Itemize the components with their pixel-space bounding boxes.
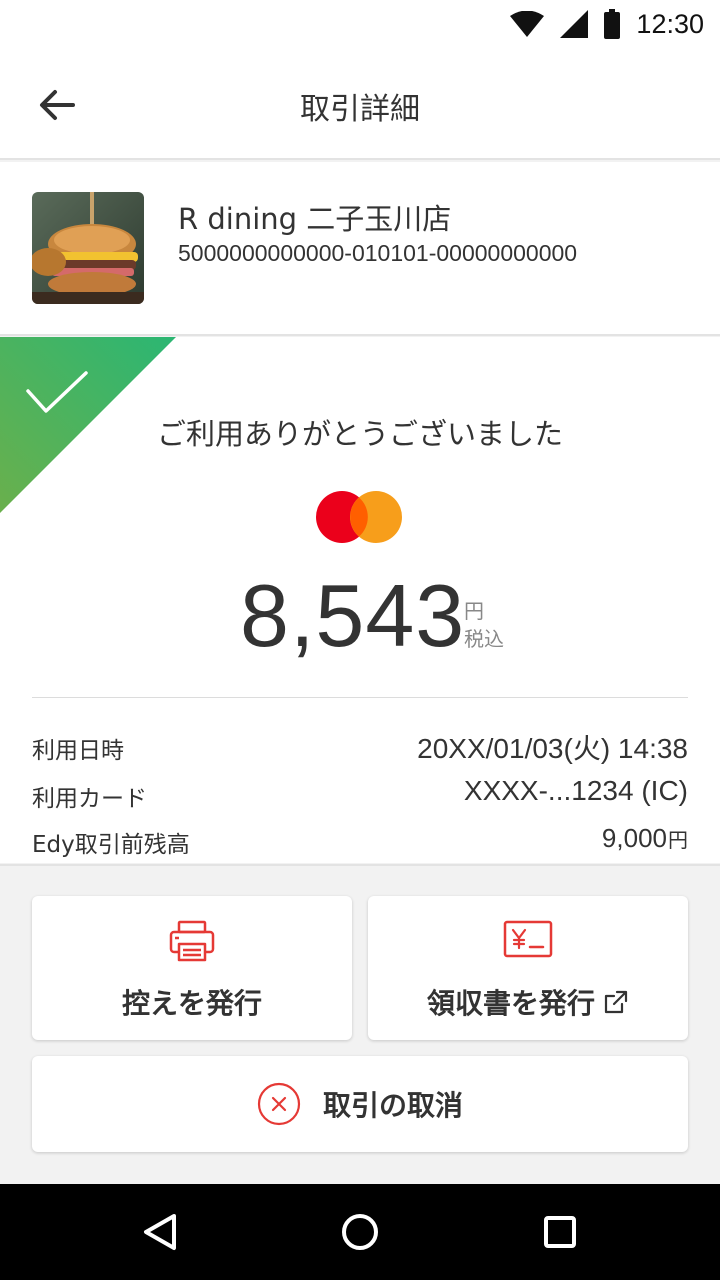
amount-unit: 円: [464, 599, 484, 623]
square-recents-icon: [544, 1216, 576, 1248]
amount-value: 8,543: [240, 566, 466, 665]
circle-home-icon: [342, 1214, 378, 1250]
cancel-transaction-label: 取引の取消: [322, 1089, 463, 1122]
merchant-thumbnail: [32, 192, 144, 304]
balance-amount: 9,000: [601, 823, 667, 853]
nav-back-button[interactable]: [140, 1212, 180, 1252]
thanks-message: ご利用ありがとうございました: [156, 417, 563, 451]
merchant-info: R dining 二子玉川店 5000000000000-010101-0000…: [0, 162, 720, 336]
external-link-icon: [603, 989, 629, 1022]
issue-receipt-label: 領収書を発行: [368, 982, 688, 1022]
nav-recents-button[interactable]: [540, 1212, 580, 1252]
print-copy-button[interactable]: 控えを発行: [32, 896, 352, 1040]
amount-row: 8,543 円 税込: [0, 565, 720, 665]
detail-label: 利用カード: [32, 786, 147, 812]
detail-row-date: 利用日時 20XX/01/03(火) 14:38: [32, 727, 688, 767]
wifi-icon: [510, 11, 545, 37]
receipt-card: ご利用ありがとうございました 8,543 円 税込 利用日時 20XX/01/0…: [0, 337, 720, 863]
detail-row-card: 利用カード XXXX-...1234 (IC): [32, 775, 688, 815]
page-title: 取引詳細: [300, 92, 420, 127]
merchant-name: R dining 二子玉川店: [178, 202, 452, 236]
status-time: 12:30: [636, 8, 704, 39]
yen-receipt-icon: [503, 920, 553, 958]
issue-receipt-text: 領収書を発行: [426, 987, 595, 1020]
cellular-signal-icon: [560, 10, 589, 38]
battery-icon: [604, 9, 621, 39]
status-bar: 12:30: [0, 0, 720, 48]
tax-note: 税込: [464, 627, 504, 651]
cancel-transaction-content: 取引の取消: [32, 1082, 688, 1126]
print-copy-label: 控えを発行: [121, 987, 262, 1020]
balance-unit: 円: [668, 830, 688, 852]
system-nav-bar: [0, 1184, 720, 1280]
detail-value: 9,000円: [602, 823, 688, 854]
app-bar: 取引詳細: [0, 48, 720, 160]
cancel-transaction-button[interactable]: 取引の取消: [32, 1056, 688, 1152]
detail-label: Edy取引前残高: [32, 832, 190, 858]
close-circle-icon: [257, 1082, 301, 1126]
transaction-id: 5000000000000-010101-00000000000: [178, 240, 578, 266]
divider: [32, 697, 688, 698]
printer-icon: [169, 920, 215, 962]
detail-value: XXXX-...1234 (IC): [463, 775, 688, 806]
detail-row-balance: Edy取引前残高 9,000円: [32, 823, 688, 863]
detail-label: 利用日時: [32, 738, 124, 764]
mastercard-logo-icon: [316, 491, 402, 543]
triangle-back-icon: [144, 1214, 176, 1250]
detail-value: 20XX/01/03(火) 14:38: [417, 733, 688, 764]
issue-receipt-button[interactable]: 領収書を発行: [368, 896, 688, 1040]
nav-home-button[interactable]: [340, 1212, 380, 1252]
